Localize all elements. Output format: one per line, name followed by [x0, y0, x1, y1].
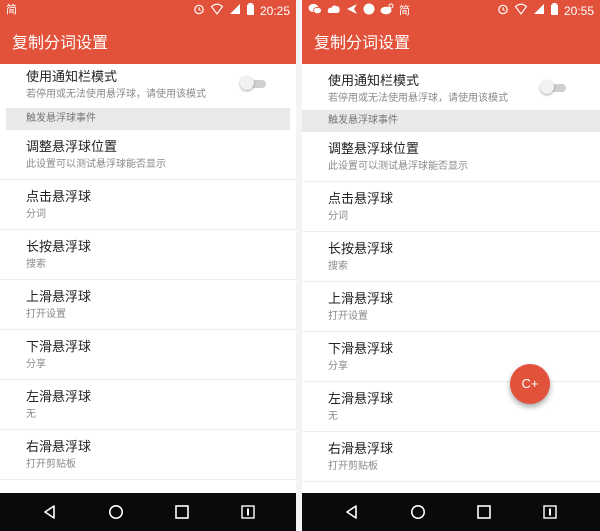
list-item-tap[interactable]: 点击悬浮球 分词 [0, 180, 296, 230]
signal-icon [229, 3, 241, 18]
list-item-swipe-right[interactable]: 右滑悬浮球 打开剪贴板 [0, 430, 296, 480]
page-title: 复制分词设置 [314, 33, 411, 52]
row-title: 使用通知栏模式 [26, 70, 118, 85]
row-subtitle: 分词 [26, 209, 46, 220]
row-title: 点击悬浮球 [328, 192, 394, 207]
row-subtitle: 搜索 [328, 261, 348, 272]
battery-icon [246, 3, 254, 18]
section-header: 触发悬浮球事件 [302, 110, 600, 132]
notification-mode-toggle[interactable] [540, 80, 566, 94]
row-title: 长按悬浮球 [328, 242, 394, 257]
notification-mode-row[interactable]: 使用通知栏模式 若停用或无法使用悬浮球，请使用该模式 [302, 64, 600, 110]
alarm-icon [193, 3, 205, 18]
row-subtitle: 此设置可以测试悬浮球能否显示 [328, 161, 468, 172]
row-subtitle: 打开剪贴板 [328, 461, 378, 472]
settings-list: 使用通知栏模式 若停用或无法使用悬浮球，请使用该模式 触发悬浮球事件 调整悬浮球… [0, 64, 296, 493]
row-title: 调整悬浮球位置 [26, 140, 118, 155]
status-bar: 简 20:55 [302, 0, 600, 22]
row-subtitle: 打开设置 [26, 309, 66, 320]
row-subtitle: 分词 [328, 211, 348, 222]
recents-icon[interactable] [174, 504, 190, 520]
list-item-long-press[interactable]: 长按悬浮球 搜索 [302, 232, 600, 282]
page-title: 复制分词设置 [12, 33, 109, 52]
row-subtitle: 分享 [26, 359, 46, 370]
row-title: 右滑悬浮球 [26, 440, 92, 455]
row-subtitle: 若停用或无法使用悬浮球，请使用该模式 [328, 93, 508, 104]
send-icon [346, 3, 358, 18]
alarm-icon [497, 3, 509, 18]
status-time: 20:55 [563, 3, 594, 18]
text-icon: 简 [6, 3, 17, 16]
wechat-icon [308, 3, 322, 18]
menu-icon[interactable] [240, 504, 256, 520]
list-item-swipe-up[interactable]: 上滑悬浮球 打开设置 [302, 282, 600, 332]
text-icon: 简 [399, 3, 410, 17]
row-subtitle: 无 [26, 409, 36, 420]
row-subtitle: 搜索 [26, 259, 46, 270]
row-title: 长按悬浮球 [26, 240, 92, 255]
cloud-icon [327, 3, 341, 18]
app-bar: 复制分词设置 [0, 22, 296, 64]
row-subtitle: 打开设置 [328, 311, 368, 322]
list-item-swipe-down[interactable]: 下滑悬浮球 分享 [0, 330, 296, 380]
list-item-swipe-right[interactable]: 右滑悬浮球 打开剪贴板 [302, 432, 600, 482]
home-icon[interactable] [108, 504, 124, 520]
status-time: 20:25 [259, 3, 290, 18]
navigation-bar [0, 493, 296, 531]
wifi-icon [210, 3, 224, 18]
back-icon[interactable] [42, 504, 58, 520]
list-item-tap[interactable]: 点击悬浮球 分词 [302, 182, 600, 232]
row-title: 下滑悬浮球 [328, 342, 394, 357]
signal-icon [533, 3, 545, 18]
battery-icon [550, 3, 558, 18]
settings-list: 使用通知栏模式 若停用或无法使用悬浮球，请使用该模式 触发悬浮球事件 调整悬浮球… [302, 64, 600, 493]
home-icon[interactable] [410, 504, 426, 520]
left-screen: 简 20:25 复制分词设置 使用通知栏模式 若停用或无法使用悬浮球，请使用该模… [0, 0, 296, 531]
row-title: 右滑悬浮球 [328, 442, 394, 457]
row-title: 使用通知栏模式 [328, 74, 420, 89]
row-subtitle: 分享 [328, 361, 348, 372]
navigation-bar [302, 493, 600, 531]
row-title: 左滑悬浮球 [328, 392, 394, 407]
row-title: 上滑悬浮球 [26, 290, 92, 305]
list-item-swipe-down[interactable]: 下滑悬浮球 分享 [302, 332, 600, 382]
row-title: 上滑悬浮球 [328, 292, 394, 307]
list-item-adjust-position[interactable]: 调整悬浮球位置 此设置可以测试悬浮球能否显示 [302, 132, 600, 182]
floating-ball-button[interactable]: C+ [510, 364, 550, 404]
circle-icon [363, 3, 375, 18]
notification-mode-toggle[interactable] [240, 76, 266, 90]
row-title: 左滑悬浮球 [26, 390, 92, 405]
row-title: 调整悬浮球位置 [328, 142, 420, 157]
back-icon[interactable] [344, 504, 360, 520]
right-screen: 简 20:55 复制分词设置 使用通知栏模式 若停用或无法使用悬浮球，请使用该模… [302, 0, 600, 531]
row-title: 下滑悬浮球 [26, 340, 92, 355]
list-item-adjust-position[interactable]: 调整悬浮球位置 此设置可以测试悬浮球能否显示 [0, 130, 296, 180]
row-subtitle: 打开剪贴板 [26, 459, 76, 470]
list-item-swipe-left[interactable]: 左滑悬浮球 无 [0, 380, 296, 430]
list-item-long-press[interactable]: 长按悬浮球 搜索 [0, 230, 296, 280]
row-subtitle: 此设置可以测试悬浮球能否显示 [26, 159, 166, 170]
list-item-swipe-left[interactable]: 左滑悬浮球 无 [302, 382, 600, 432]
section-header: 触发悬浮球事件 [6, 108, 290, 130]
wifi-icon [514, 3, 528, 18]
row-subtitle: 若停用或无法使用悬浮球，请使用该模式 [26, 89, 206, 100]
notification-mode-row[interactable]: 使用通知栏模式 若停用或无法使用悬浮球，请使用该模式 [0, 64, 296, 108]
recents-icon[interactable] [476, 504, 492, 520]
menu-icon[interactable] [542, 504, 558, 520]
app-bar: 复制分词设置 [302, 22, 600, 64]
list-item-swipe-up[interactable]: 上滑悬浮球 打开设置 [0, 280, 296, 330]
row-subtitle: 无 [328, 411, 338, 422]
weibo-icon [380, 3, 394, 18]
status-bar: 简 20:25 [0, 0, 296, 22]
row-title: 点击悬浮球 [26, 190, 92, 205]
